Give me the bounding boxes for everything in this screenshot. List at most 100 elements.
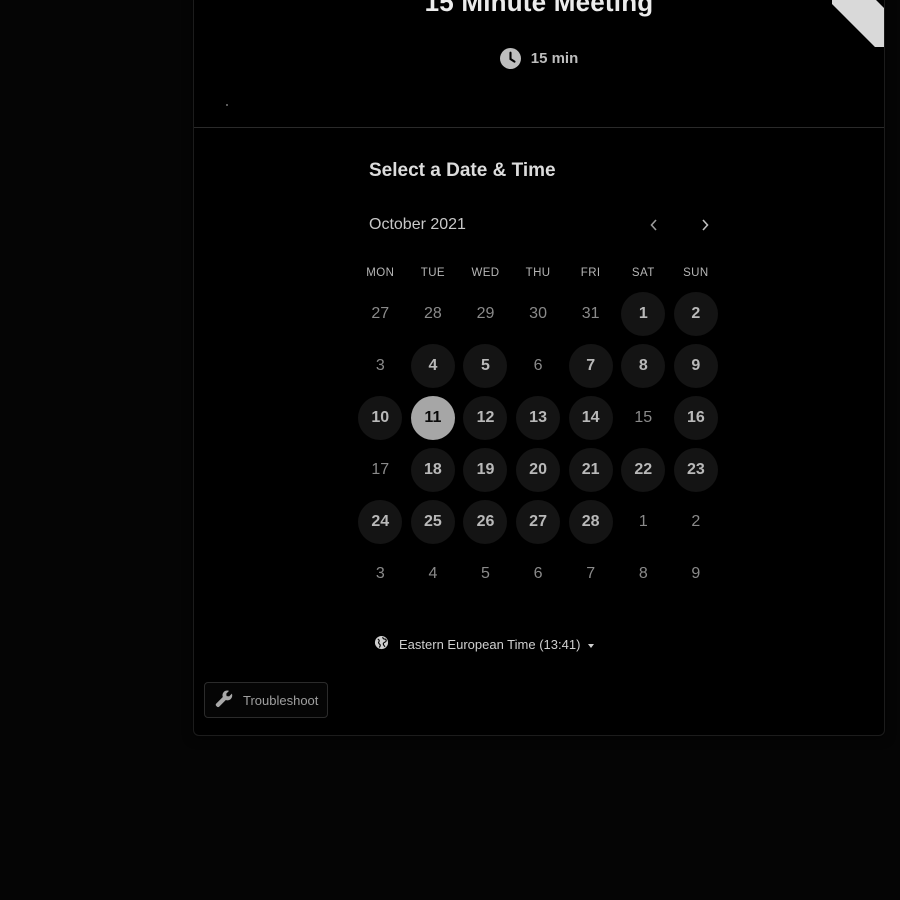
clock-icon [499,48,521,69]
calendar-day-available[interactable]: 20 [512,444,565,496]
calendar-day-unavailable: 8 [617,548,670,600]
calendar-day-available[interactable]: 26 [459,496,512,548]
calendar-day-available[interactable]: 19 [459,444,512,496]
day-number: 5 [481,565,490,582]
day-number: 31 [581,305,600,322]
calendar-day-available[interactable]: 28 [564,496,617,548]
calendar-day-unavailable: 31 [564,288,617,340]
calendar-day-unavailable: 27 [354,288,407,340]
calendar-day-unavailable: 6 [512,548,565,600]
booking-card: 15 Minute Meeting 15 min Select a Date &… [193,0,885,736]
day-number: 7 [586,565,596,582]
calendar-day-unavailable: 2 [670,496,723,548]
day-number: 10 [358,396,403,440]
calendar-day-available[interactable]: 18 [407,444,460,496]
calendar-day-selected[interactable]: 11 [407,392,460,444]
calendar-day-unavailable: 4 [407,548,460,600]
calendar-day-available[interactable]: 1 [617,288,670,340]
day-number: 15 [634,409,653,426]
day-number: 6 [533,565,543,582]
caret-down-icon [588,643,595,648]
wrench-icon [213,688,235,713]
day-number: 27 [516,500,561,544]
calendar-day-available[interactable]: 4 [407,340,460,392]
day-number: 8 [621,344,666,388]
day-number: 22 [621,448,666,492]
weekday-label: SUN [683,267,709,279]
day-number: 28 [568,500,613,544]
calendar-day-available[interactable]: 22 [617,444,670,496]
calendar-day-available[interactable]: 12 [459,392,512,444]
timezone-selector[interactable]: Eastern European Time (13:41) [374,635,595,653]
day-number: 18 [410,448,455,492]
day-number: 30 [529,305,547,322]
calendar-day-available[interactable]: 16 [670,392,723,444]
calendar-day-unavailable: 9 [670,548,723,600]
calendar-day-available[interactable]: 2 [670,288,723,340]
calendar-day-available[interactable]: 10 [354,392,407,444]
weekday-label: FRI [580,267,601,279]
day-number: 2 [691,513,701,530]
day-number: 13 [516,396,561,440]
calendar-day-unavailable: 3 [354,340,407,392]
day-number: 26 [463,500,508,544]
day-number: 2 [673,292,718,336]
chevron-right-icon [702,219,709,231]
calendar-day-available[interactable]: 5 [459,340,512,392]
day-number: 29 [476,305,495,322]
calendar-day-available[interactable]: 21 [564,444,617,496]
duration-label: 15 min [530,50,579,67]
calendar-day-available[interactable]: 24 [354,496,407,548]
select-date-heading: Select a Date & Time [369,160,556,181]
calendar-day-unavailable: 3 [354,548,407,600]
calendar-grid: 27 28 29 30 31 1 2 3 4 5 6 7 8 9 10 11 12 13 14 15 16 17 18 19 2… [354,288,726,600]
timezone-name: Eastern European Time [399,636,536,652]
day-number: 3 [375,357,385,374]
previous-month-button[interactable] [642,213,666,237]
troubleshoot-label: Troubleshoot [243,692,319,708]
calendar-day-available[interactable]: 7 [564,340,617,392]
calendar-day-available[interactable]: 23 [670,444,723,496]
day-number: 11 [410,396,455,440]
weekday-label: WED [471,267,500,279]
day-number: 20 [516,448,561,492]
next-month-button[interactable] [693,213,717,237]
timezone-time: (13:41) [539,636,581,652]
calendar-day-unavailable: 29 [459,288,512,340]
calendar-day-unavailable: 30 [512,288,565,340]
day-number: 17 [371,461,390,478]
timezone-label: Eastern European Time (13:41) [399,636,595,652]
calendar-day-available[interactable]: 13 [512,392,565,444]
calendar-day-available[interactable]: 8 [617,340,670,392]
calendar-day-unavailable: 28 [407,288,460,340]
calendar-day-unavailable: 15 [617,392,670,444]
calendar-day-unavailable: 1 [617,496,670,548]
day-number: 25 [410,500,455,544]
calendar-day-available[interactable]: 25 [407,496,460,548]
troubleshoot-button[interactable]: Troubleshoot [204,682,329,718]
header-divider [194,127,884,128]
day-number: 23 [673,448,718,492]
calendar-day-available[interactable]: 27 [512,496,565,548]
month-label: October 2021 [369,216,466,233]
day-number: 21 [568,448,613,492]
day-number: 1 [621,292,666,336]
globe-icon [374,635,389,653]
day-number: 1 [638,513,648,530]
day-number: 8 [638,565,648,582]
day-number: 5 [463,344,508,388]
weekday-label: THU [525,267,551,279]
dot-marker [226,104,228,106]
day-number: 16 [673,396,718,440]
calendar-day-unavailable: 6 [512,340,565,392]
day-number: 7 [568,344,613,388]
event-title: 15 Minute Meeting [424,0,654,17]
event-duration: 15 min [194,48,884,69]
calendar-day-available[interactable]: 14 [564,392,617,444]
day-number: 9 [691,565,701,582]
calendar-day-available[interactable]: 9 [670,340,723,392]
calendar-day-unavailable: 5 [459,548,512,600]
day-number: 14 [568,396,613,440]
weekday-label: MON [366,267,395,279]
day-number: 27 [371,305,390,322]
